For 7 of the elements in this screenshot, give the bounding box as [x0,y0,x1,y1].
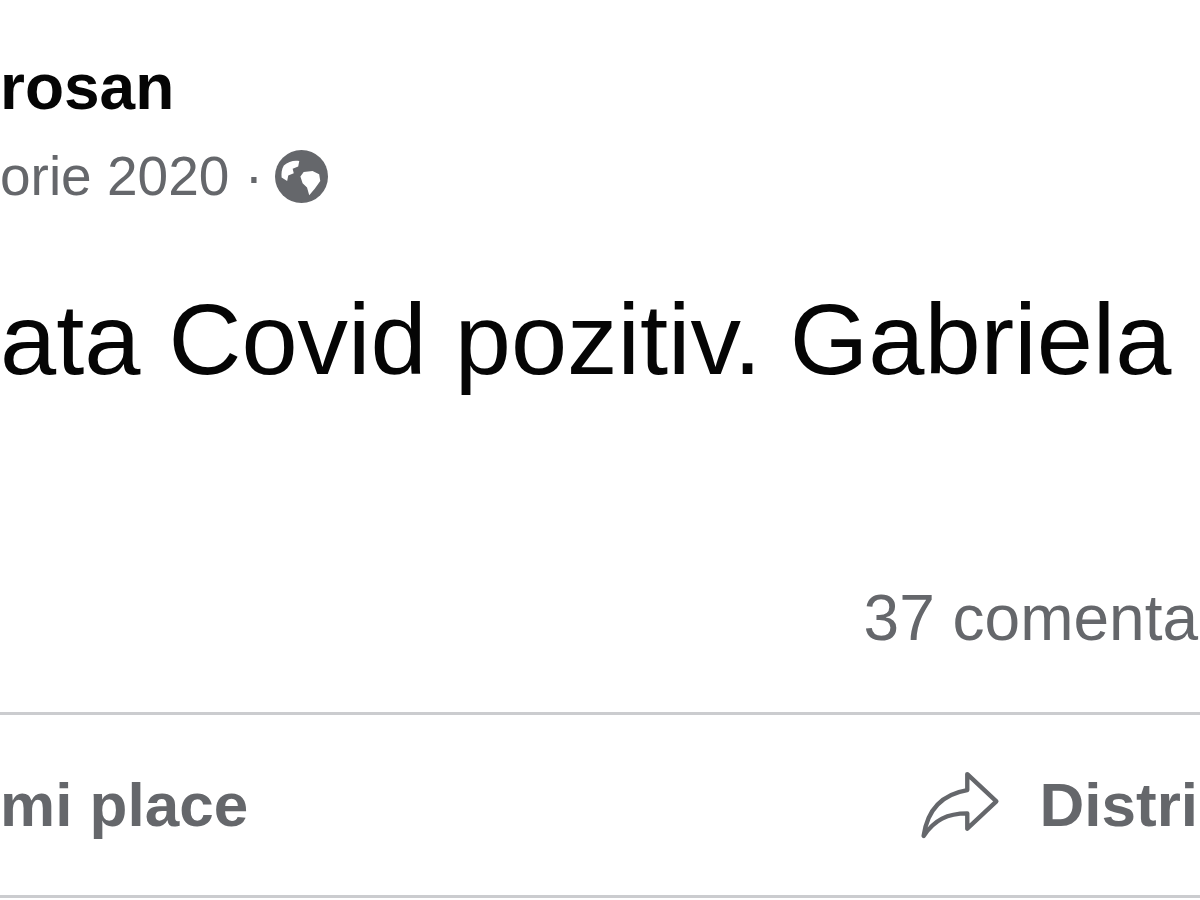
like-button[interactable]: mi place [0,767,249,843]
share-button[interactable]: Distri [919,767,1198,844]
globe-icon [274,149,328,203]
post-text: ata Covid pozitiv. Gabriela [0,282,1172,398]
post-date[interactable]: orie 2020 · [0,144,263,208]
author-name[interactable]: rosan [0,52,175,123]
comments-count-link[interactable]: 37 comenta [863,581,1198,656]
